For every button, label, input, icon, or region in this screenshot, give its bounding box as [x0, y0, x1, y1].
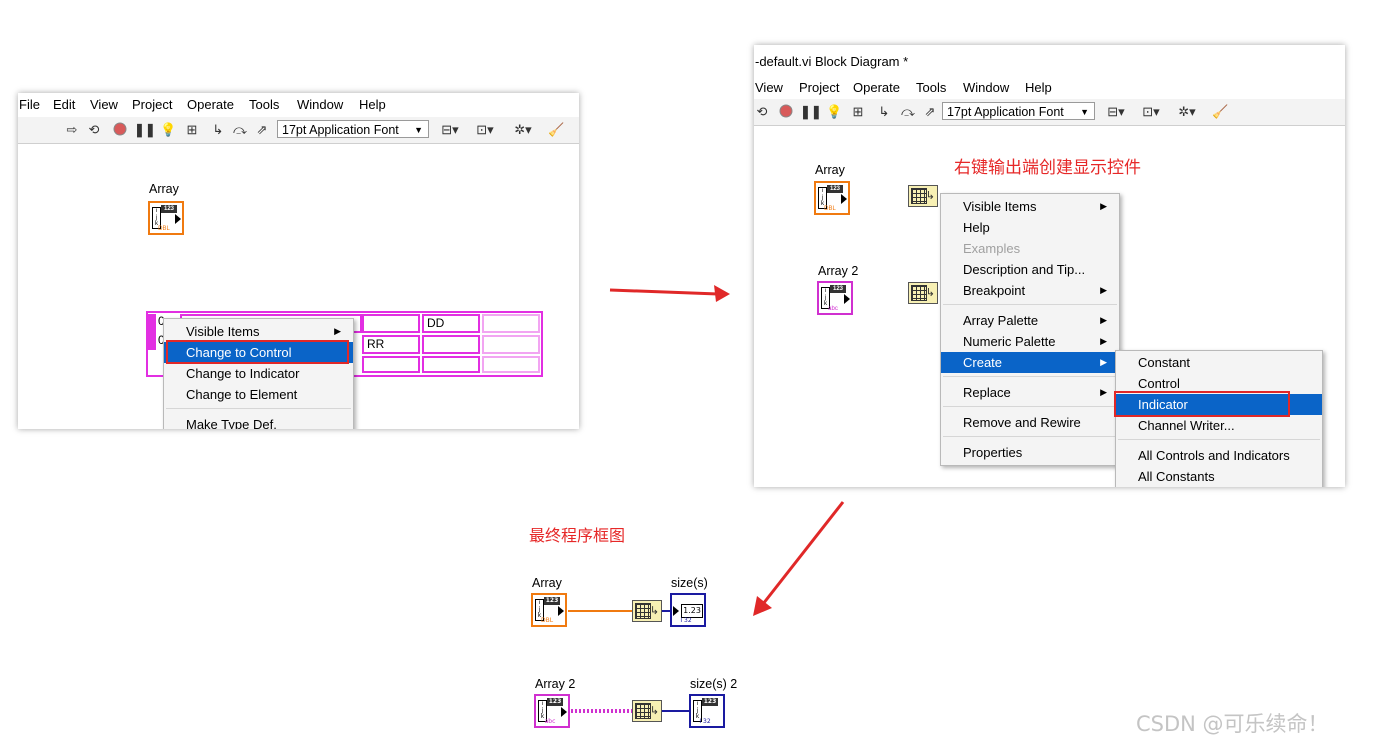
- wires: [568, 610, 690, 713]
- array-size-node[interactable]: ↳: [632, 600, 662, 622]
- array-size-node[interactable]: ↳: [632, 700, 662, 722]
- input-arrow-icon: [673, 606, 679, 616]
- size-indicator[interactable]: 1.23 I 32: [670, 593, 706, 627]
- numeric-icon: 123: [702, 698, 718, 706]
- array-terminal[interactable]: ijk 123 DBL: [531, 593, 567, 627]
- type-tag: I 32: [699, 718, 711, 725]
- size-output-icon: ↳: [649, 704, 659, 717]
- numeric-icon: 123: [544, 597, 560, 605]
- size-label: size(s): [671, 576, 708, 590]
- size2-indicator[interactable]: ijk 123 I 32: [689, 694, 725, 728]
- array-grid-icon: [635, 703, 651, 719]
- size-output-icon: ↳: [649, 604, 659, 617]
- type-tag: abc: [544, 718, 556, 725]
- array2-label: Array 2: [535, 677, 576, 691]
- indicator-display: 1.23: [681, 604, 703, 618]
- array-label: Array: [532, 576, 562, 590]
- array2-terminal[interactable]: ijk 123 abc: [534, 694, 570, 728]
- type-tag: DBL: [540, 617, 554, 624]
- watermark: CSDN @可乐续命！: [1136, 712, 1329, 736]
- output-arrow-icon: [561, 707, 567, 717]
- type-tag: I 32: [680, 617, 692, 624]
- array-grid-icon: [635, 603, 651, 619]
- numeric-icon: 123: [547, 698, 563, 706]
- output-arrow-icon: [558, 606, 564, 616]
- size2-label: size(s) 2: [690, 677, 738, 691]
